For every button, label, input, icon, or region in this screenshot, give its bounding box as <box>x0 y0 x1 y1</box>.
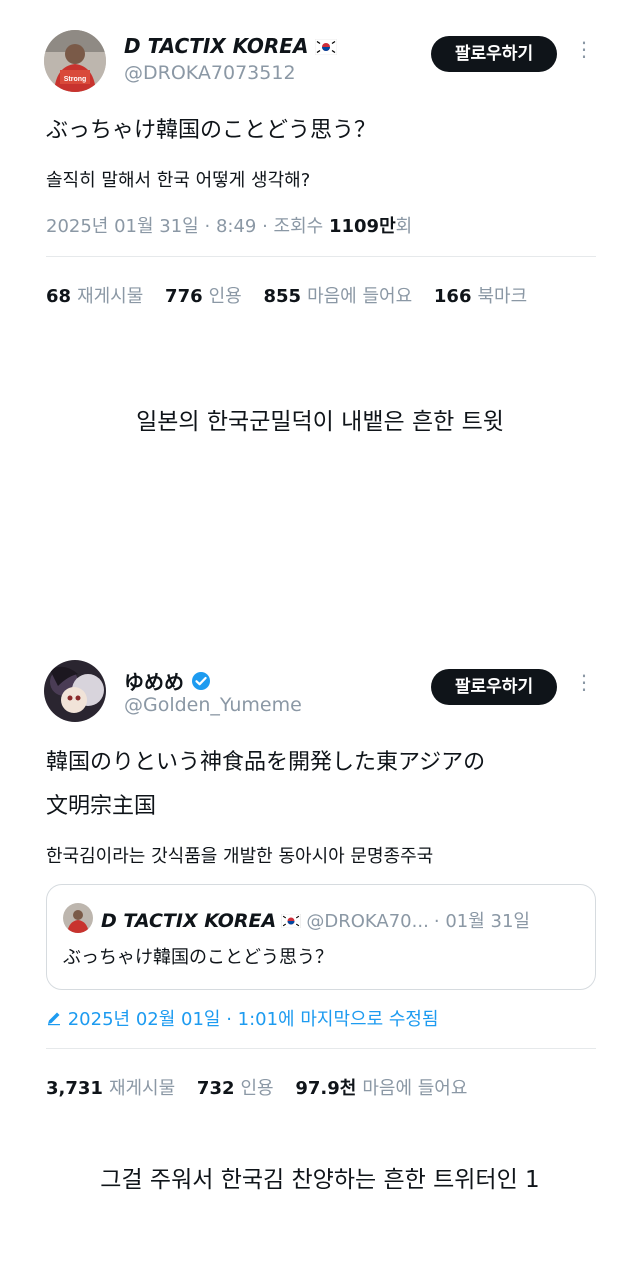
quoted-avatar <box>63 903 93 933</box>
stat-quotes[interactable]: 776 인용 <box>165 286 242 307</box>
tweet-stats: 68 재게시물 776 인용 855 마음에 들어요 166 북마크 <box>46 282 543 308</box>
tweet-text-japanese-line2: 文明宗主国 <box>46 794 157 819</box>
user-handle[interactable]: @Golden_Yumeme <box>124 694 302 716</box>
tweet-stats: 3,731 재게시물 732 인용 97.9천 마음에 들어요 <box>46 1074 483 1100</box>
divider <box>46 1048 596 1049</box>
korea-flag-icon <box>281 913 302 932</box>
tweet-text-japanese: ぶっちゃけ韓国のことどう思う？ <box>46 118 377 143</box>
quoted-tweet[interactable]: D TACTIX KOREA @DROKA70... · 01월 31일 ぶっち… <box>46 884 596 990</box>
pencil-icon <box>46 1010 62 1031</box>
stat-bookmarks[interactable]: 166 북마크 <box>434 286 527 307</box>
tweet-time[interactable]: 8:49 <box>216 216 256 237</box>
stat-reposts[interactable]: 3,731 재게시물 <box>46 1078 175 1099</box>
stat-reposts[interactable]: 68 재게시물 <box>46 286 143 307</box>
views-label: 조회수 <box>273 216 324 237</box>
avatar[interactable]: Strong <box>44 30 106 92</box>
avatar[interactable] <box>44 660 106 722</box>
stat-likes[interactable]: 97.9천 마음에 들어요 <box>295 1078 467 1099</box>
more-options-icon[interactable]: ⋮ <box>574 39 594 59</box>
quoted-text: ぶっちゃけ韓国のことどう思う？ <box>63 947 333 968</box>
quoted-handle: @DROKA70... <box>306 911 429 932</box>
views-suffix: 회 <box>395 216 413 237</box>
tweet-text-korean: 솔직히 말해서 한국 어떻게 생각해? <box>46 170 311 191</box>
caption-2: 그걸 주워서 한국김 찬양하는 흔한 트위터인 1 <box>100 1167 540 1193</box>
tweet-text-korean: 한국김이라는 갓식품을 개발한 동아시아 문명종주국 <box>46 846 434 867</box>
more-options-icon[interactable]: ⋮ <box>574 672 594 692</box>
views-count: 1109만 <box>328 216 396 237</box>
verified-badge-icon <box>191 671 211 696</box>
caption-1: 일본의 한국군밀덕이 내뱉은 흔한 트윗 <box>136 409 504 435</box>
user-handle[interactable]: @DROKA7073512 <box>124 62 296 84</box>
divider <box>46 256 596 257</box>
tweet-date[interactable]: 2025년 01월 31일 <box>46 216 199 237</box>
stat-quotes[interactable]: 732 인용 <box>197 1078 274 1099</box>
korea-flag-icon <box>315 36 338 60</box>
stat-likes[interactable]: 855 마음에 들어요 <box>263 286 412 307</box>
quoted-display-name: D TACTIX KOREA <box>101 910 277 932</box>
quoted-date: · 01월 31일 <box>433 911 530 932</box>
svg-text:Strong: Strong <box>64 76 87 83</box>
edited-notice[interactable]: 2025년 02월 01일 · 1:01에 마지막으로 수정됨 <box>46 1005 439 1031</box>
display-name[interactable]: ゆめめ <box>124 666 211 696</box>
tweet-metadata: 2025년 01월 31일 · 8:49 · 조회수 1109만회 <box>46 216 413 237</box>
follow-button[interactable]: 팔로우하기 <box>431 36 557 72</box>
tweet-text-japanese-line1: 韓国のりという神食品を開発した東アジアの <box>46 750 486 775</box>
follow-button[interactable]: 팔로우하기 <box>431 669 557 705</box>
display-name[interactable]: D TACTIX KOREA <box>124 34 338 60</box>
